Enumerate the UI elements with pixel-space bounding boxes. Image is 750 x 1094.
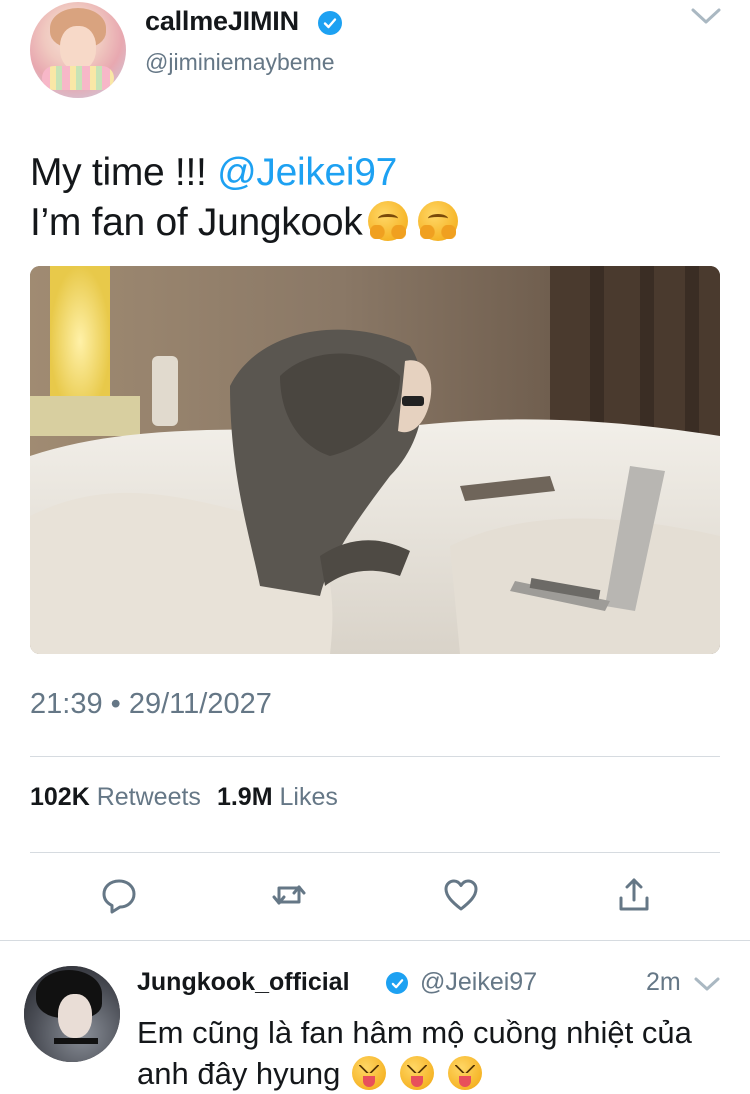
- author-display-name[interactable]: callmeJIMIN: [145, 6, 299, 37]
- divider: [30, 852, 720, 853]
- tweet-text: My time !!! @Jeikei97 I’m fan of Jungkoo…: [30, 148, 459, 248]
- retweets-count[interactable]: 102K: [30, 783, 90, 811]
- reply-text-line-2: anh đây hyung: [137, 1053, 737, 1094]
- mention-link[interactable]: @Jeikei97: [217, 151, 397, 194]
- author-handle[interactable]: @jiminiemaybeme: [145, 49, 335, 76]
- chevron-down-icon[interactable]: [693, 974, 721, 994]
- chevron-down-icon[interactable]: [689, 4, 723, 28]
- author-avatar[interactable]: [30, 2, 126, 98]
- retweet-icon[interactable]: [270, 876, 308, 914]
- tweet-stats: 102K Retweets 1.9M Likes: [30, 783, 338, 812]
- reply-text: Em cũng là fan hâm mộ cuồng nhiệt của an…: [137, 1012, 737, 1094]
- reply-icon[interactable]: [100, 876, 138, 914]
- section-divider: [0, 940, 750, 941]
- reply-author-avatar[interactable]: [24, 966, 120, 1062]
- share-icon[interactable]: [615, 876, 653, 914]
- verified-badge-icon: [386, 972, 408, 994]
- reply-text-line-1: Em cũng là fan hâm mộ cuồng nhiệt của: [137, 1015, 692, 1050]
- tweet-photo[interactable]: [30, 266, 720, 654]
- tweet-text-line-2: I’m fan of Jungkook: [30, 198, 459, 248]
- squinting-tongue-emoji-icon: [352, 1056, 387, 1090]
- divider: [30, 756, 720, 757]
- squinting-tongue-emoji-icon: [448, 1056, 483, 1090]
- likes-label[interactable]: Likes: [279, 783, 337, 811]
- reply-text-body: anh đây hyung: [137, 1056, 341, 1091]
- like-icon[interactable]: [442, 876, 480, 914]
- hugging-face-emoji-icon: [368, 201, 409, 241]
- retweets-label[interactable]: Retweets: [97, 783, 201, 811]
- verified-badge-icon: [318, 11, 342, 35]
- reply-author-handle[interactable]: @Jeikei97: [420, 968, 537, 997]
- hugging-face-emoji-icon: [418, 201, 459, 241]
- tweet-text-line-1: My time !!! @Jeikei97: [30, 148, 458, 198]
- tweet-text-prefix: My time !!!: [30, 151, 218, 194]
- reply-author-display-name[interactable]: Jungkook_official: [137, 968, 350, 997]
- reply-time[interactable]: 2m: [646, 968, 681, 997]
- tweet-timestamp[interactable]: 21:39 • 29/11/2027: [30, 688, 272, 721]
- likes-count[interactable]: 1.9M: [217, 783, 273, 811]
- tweet-text-body: I’m fan of Jungkook: [30, 201, 363, 244]
- squinting-tongue-emoji-icon: [400, 1056, 435, 1090]
